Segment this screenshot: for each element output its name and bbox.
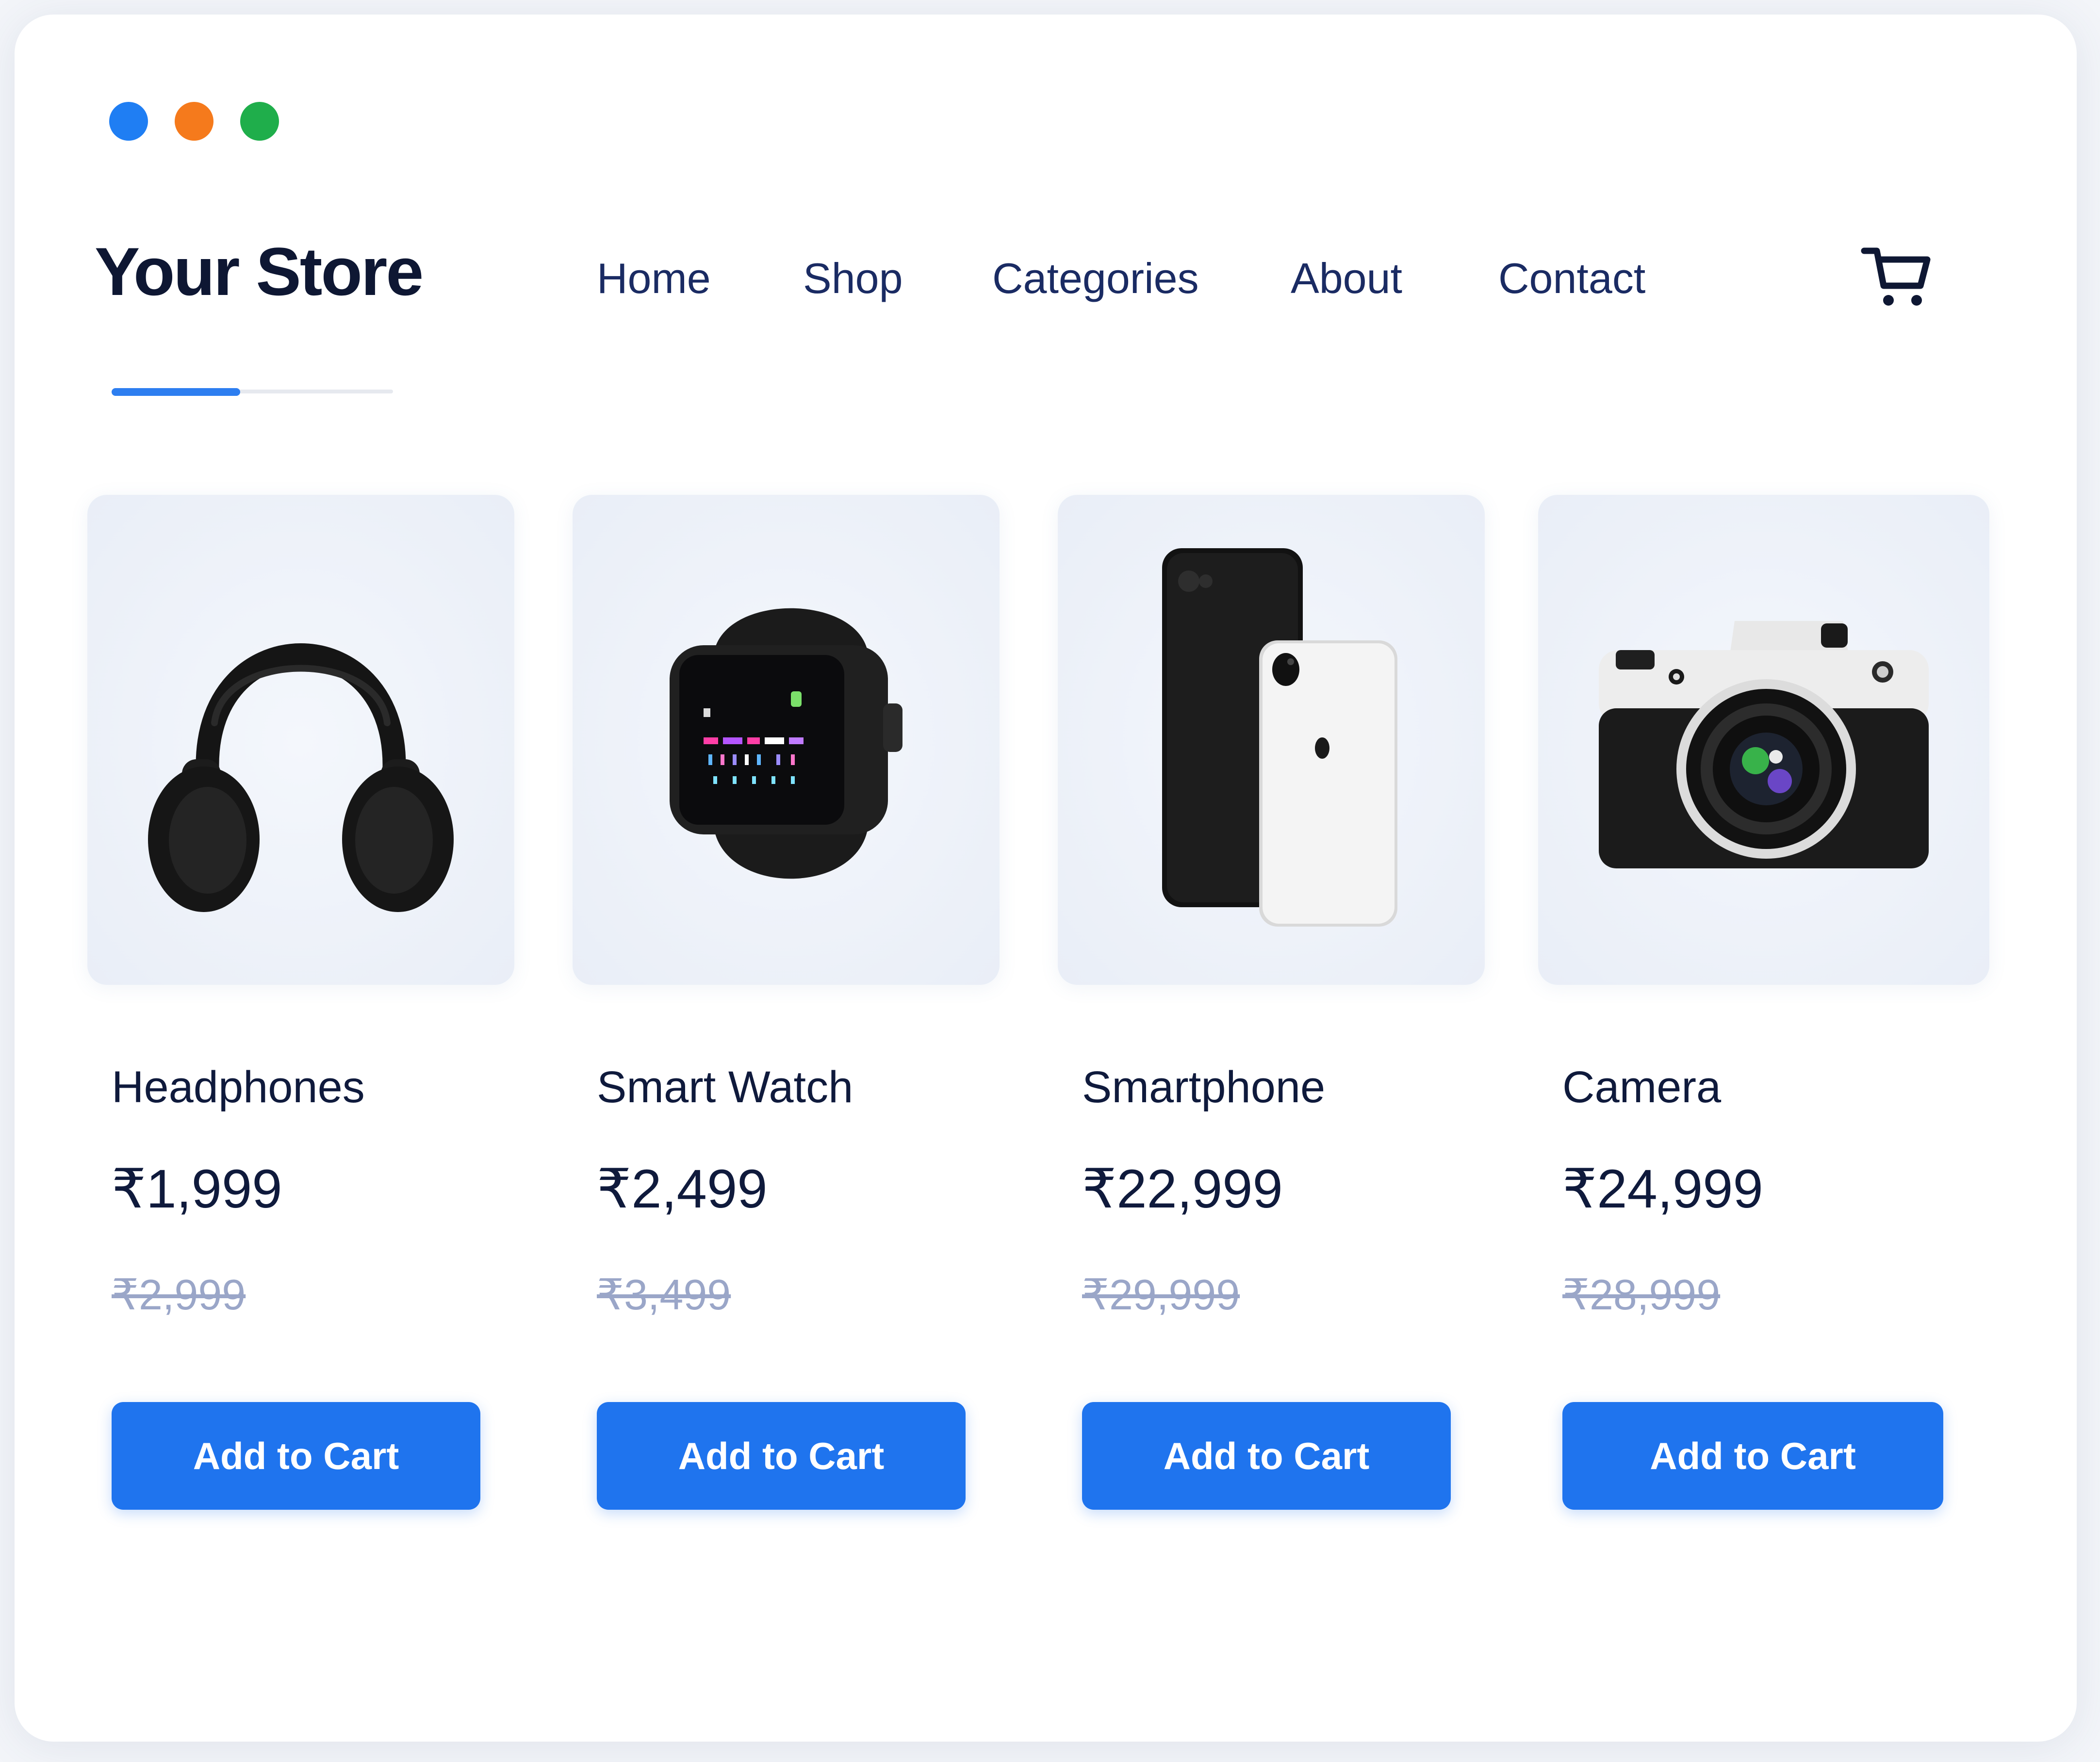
product-image-smart-watch[interactable] — [573, 495, 1000, 985]
window-controls — [109, 102, 279, 141]
window-control-green[interactable] — [240, 102, 279, 141]
add-to-cart-button[interactable]: Add to Cart — [112, 1402, 480, 1510]
product-image-smartphone[interactable] — [1058, 495, 1485, 985]
product-old-price: ₹29,999 — [1082, 1271, 1240, 1319]
product-name: Smart Watch — [597, 1062, 853, 1112]
product-name: Camera — [1562, 1062, 1722, 1112]
nav-shop[interactable]: Shop — [803, 257, 903, 300]
cart-icon-glyph — [1861, 247, 1931, 306]
product-image-headphones[interactable] — [87, 495, 514, 985]
store-logo[interactable]: Your Store — [95, 238, 424, 306]
product-old-price: ₹2,999 — [112, 1271, 246, 1319]
product-old-price: ₹28,999 — [1562, 1271, 1721, 1319]
product-name: Headphones — [112, 1062, 365, 1112]
cart-icon[interactable] — [1858, 235, 1936, 313]
product-price: ₹2,499 — [597, 1158, 768, 1219]
product-card-smartphone: Smartphone ₹22,999 ₹29,999 Add to Cart — [1058, 495, 1485, 1562]
smartphone-icon — [1162, 548, 1397, 927]
add-to-cart-button[interactable]: Add to Cart — [1562, 1402, 1943, 1510]
brand-underline-indicator — [112, 388, 240, 396]
product-old-price: ₹3,499 — [597, 1271, 731, 1319]
window-control-orange[interactable] — [175, 102, 213, 141]
add-to-cart-button[interactable]: Add to Cart — [597, 1402, 966, 1510]
product-card-camera: Camera ₹24,999 ₹28,999 Add to Cart — [1538, 495, 1989, 1562]
product-price: ₹1,999 — [112, 1158, 282, 1219]
nav-categories[interactable]: Categories — [992, 257, 1199, 300]
product-price: ₹22,999 — [1082, 1158, 1283, 1219]
window-control-blue[interactable] — [109, 102, 148, 141]
nav-about[interactable]: About — [1291, 257, 1402, 300]
headphones-icon — [148, 643, 454, 912]
product-image-camera[interactable] — [1538, 495, 1989, 985]
product-card-smart-watch: Smart Watch ₹2,499 ₹3,499 Add to Cart — [573, 495, 1000, 1562]
nav-home[interactable]: Home — [597, 257, 711, 300]
product-name: Smartphone — [1082, 1062, 1326, 1112]
nav-contact[interactable]: Contact — [1498, 257, 1645, 300]
product-price: ₹24,999 — [1562, 1158, 1763, 1219]
camera-icon — [1599, 621, 1929, 868]
product-card-headphones: Headphones ₹1,999 ₹2,999 Add to Cart — [87, 495, 514, 1562]
smartwatch-icon — [670, 608, 902, 879]
add-to-cart-button[interactable]: Add to Cart — [1082, 1402, 1451, 1510]
